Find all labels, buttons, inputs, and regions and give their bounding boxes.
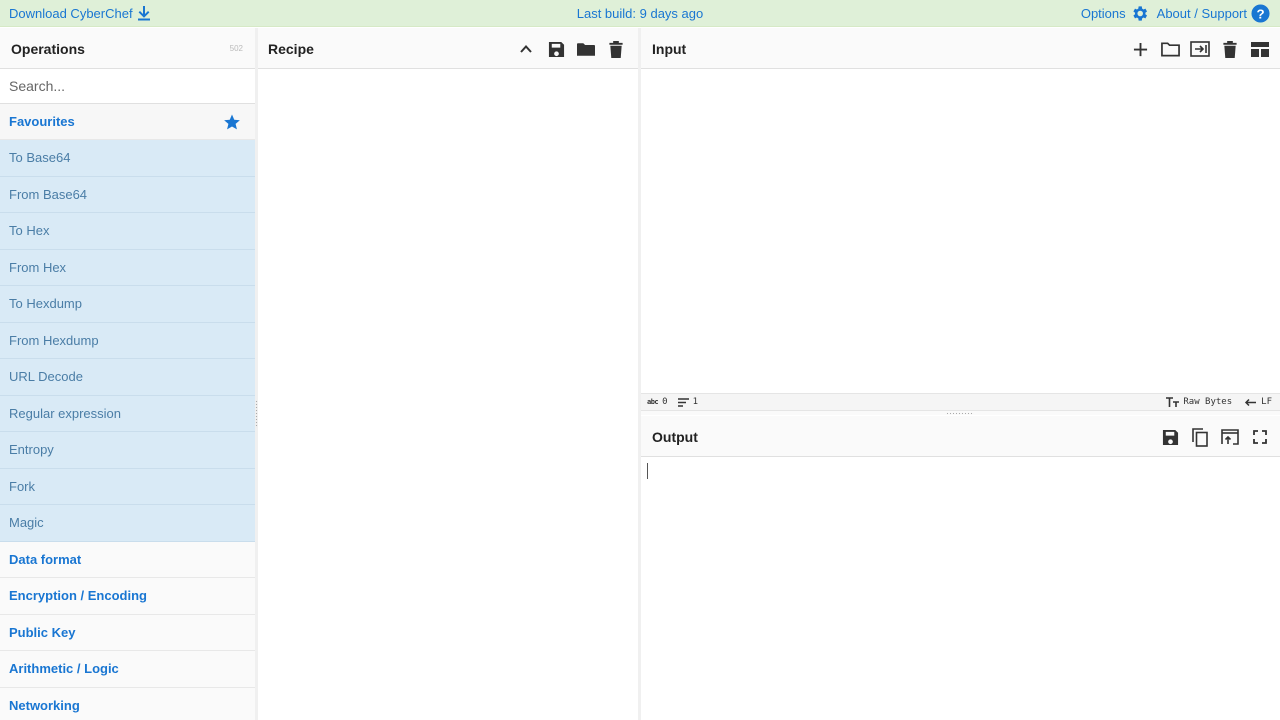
download-label: Download CyberChef [9,5,133,21]
output-title: Output [652,429,698,445]
reset-layout-icon[interactable] [1250,39,1270,59]
eol-label: LF [1261,397,1272,407]
recipe-header: Recipe [258,28,638,69]
eol-arrow-icon [1244,398,1257,407]
copy-output-icon[interactable] [1190,427,1210,447]
category-networking[interactable]: Networking [0,687,255,720]
add-tab-plus-icon[interactable] [1130,39,1150,59]
options-label: Options [1080,6,1126,21]
clear-input-trash-icon[interactable] [1220,39,1240,59]
load-recipe-folder-icon[interactable] [576,39,596,59]
options-link[interactable]: Options [1081,4,1149,23]
output-toolbar [1160,427,1270,447]
chr-encoding-selector[interactable]: Raw Bytes [1166,397,1232,407]
char-count: abc 0 [647,397,668,407]
gear-icon [1130,4,1149,23]
op-fork[interactable]: Fork [0,468,255,505]
collapse-chevron-up-icon[interactable] [516,39,536,59]
encoding-label: Raw Bytes [1183,397,1233,407]
download-icon [137,5,151,21]
io-panel: Input abc 0 1 Raw Bytes LF Output [641,28,1280,720]
input-title: Input [652,41,687,57]
input-toolbar [1130,39,1270,59]
op-to-hex[interactable]: To Hex [0,213,255,250]
output-header: Output [641,416,1280,457]
operations-title: Operations [11,41,85,57]
line-count: 1 [677,397,698,407]
search-bar [0,69,255,104]
about-support-label: About / Support [1156,6,1247,21]
help-icon: ? [1251,4,1270,23]
operations-search-input[interactable] [9,78,246,94]
lines-icon [677,397,689,407]
op-url-decode[interactable]: URL Decode [0,359,255,396]
input-textarea[interactable] [641,70,1280,393]
operations-panel: Operations 502 Favourites To Base64 From… [0,28,255,720]
svg-text:?: ? [1256,6,1264,21]
input-output-divider[interactable] [641,411,1280,415]
category-data-format[interactable]: Data format [0,541,255,578]
recipe-title: Recipe [268,41,314,57]
input-status-bar: abc 0 1 Raw Bytes LF [641,393,1280,411]
op-to-hexdump[interactable]: To Hexdump [0,286,255,323]
open-folder-icon[interactable] [1160,39,1180,59]
op-to-base64[interactable]: To Base64 [0,140,255,177]
input-pane: Input [641,28,1280,393]
download-cyberchef-link[interactable]: Download CyberChef [9,5,151,21]
category-arithmetic-logic[interactable]: Arithmetic / Logic [0,651,255,688]
op-from-hexdump[interactable]: From Hexdump [0,322,255,359]
recipe-area[interactable] [258,70,638,720]
input-header: Input [641,28,1280,69]
operations-header: Operations 502 [0,28,255,69]
abc-icon: abc [647,398,659,406]
replace-input-with-output-icon[interactable] [1220,427,1240,447]
open-file-input-icon[interactable] [1190,39,1210,59]
recipe-panel: Recipe [258,28,638,720]
save-recipe-icon[interactable] [546,39,566,59]
op-from-hex[interactable]: From Hex [0,249,255,286]
text-encoding-icon [1166,397,1180,407]
op-regular-expression[interactable]: Regular expression [0,395,255,432]
char-count-value: 0 [662,397,668,407]
op-from-base64[interactable]: From Base64 [0,176,255,213]
maximise-output-icon[interactable] [1250,427,1270,447]
category-public-key[interactable]: Public Key [0,614,255,651]
about-support-link[interactable]: About / Support ? [1157,4,1270,23]
recipe-toolbar [516,39,626,59]
star-icon[interactable] [223,113,241,131]
op-entropy[interactable]: Entropy [0,432,255,469]
category-favourites[interactable]: Favourites [0,104,255,140]
op-magic[interactable]: Magic [0,505,255,542]
clear-recipe-trash-icon[interactable] [606,39,626,59]
text-cursor [647,463,648,479]
favourites-list: To Base64 From Base64 To Hex From Hex To… [0,140,255,542]
save-output-icon[interactable] [1160,427,1180,447]
category-list: Data format Encryption / Encoding Public… [0,541,255,720]
output-pane: Output [641,416,1280,720]
line-count-value: 1 [692,397,698,407]
top-banner: Download CyberChef Last build: 9 days ag… [0,0,1280,27]
input-output-gutter-handle[interactable] [946,412,974,415]
output-text-area[interactable] [641,458,1280,720]
category-favourites-label: Favourites [9,114,75,129]
operations-count: 502 [229,44,243,53]
eol-selector[interactable]: LF [1244,397,1272,407]
category-encryption-encoding[interactable]: Encryption / Encoding [0,578,255,615]
